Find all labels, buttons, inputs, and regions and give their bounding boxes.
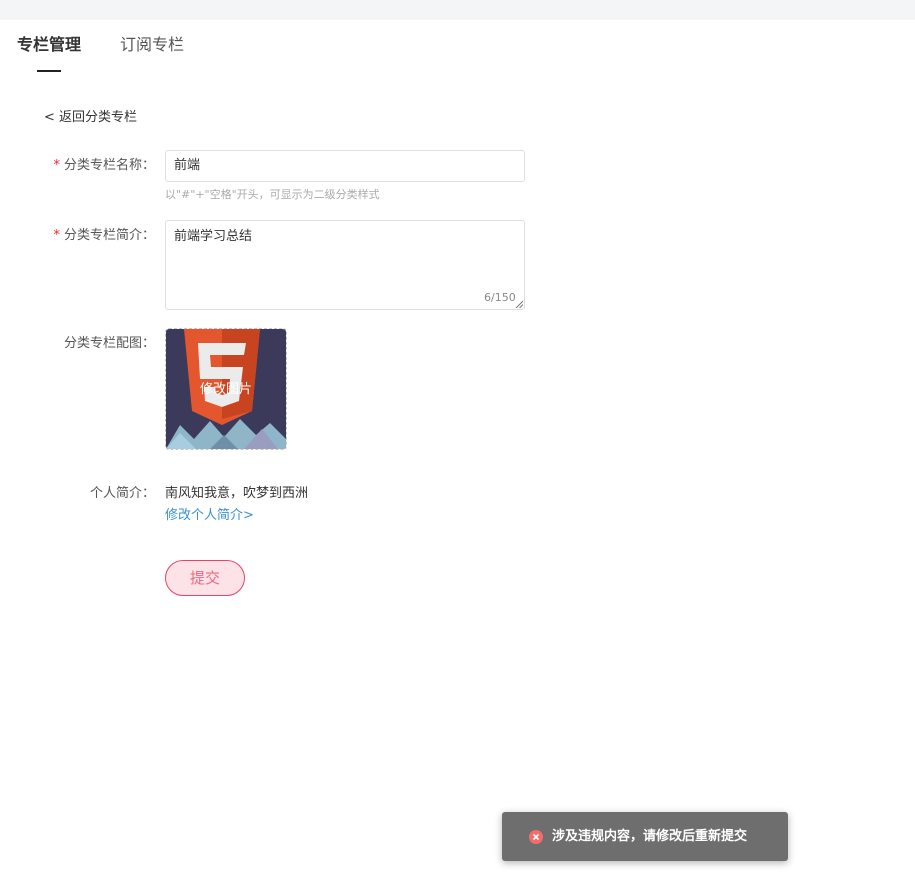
edit-bio-link[interactable]: 修改个人简介> bbox=[165, 507, 254, 525]
error-toast: 涉及违规内容，请修改后重新提交 bbox=[502, 812, 788, 861]
required-mark: * bbox=[53, 228, 60, 243]
tab-column-management[interactable]: 专栏管理 bbox=[17, 35, 81, 55]
description-label: * 分类专栏简介： bbox=[0, 227, 155, 245]
bio-label: 个人简介： bbox=[89, 486, 155, 501]
toast-message: 涉及违规内容，请修改后重新提交 bbox=[552, 829, 748, 844]
cover-image-upload[interactable]: 修改图片 bbox=[165, 328, 287, 450]
back-to-columns-link[interactable]: < 返回分类专栏 bbox=[44, 109, 137, 127]
top-bar bbox=[0, 0, 915, 20]
name-label: * 分类专栏名称： bbox=[0, 157, 155, 175]
tab-bar: 专栏管理 订阅专栏 bbox=[0, 20, 915, 75]
column-description-textarea[interactable]: 前端学习总结 bbox=[165, 220, 525, 310]
resize-handle-icon[interactable] bbox=[515, 300, 523, 308]
name-label-text: 分类专栏名称： bbox=[63, 158, 155, 173]
tab-subscribed-columns[interactable]: 订阅专栏 bbox=[120, 35, 184, 55]
column-name-input[interactable]: 前端 bbox=[165, 150, 525, 182]
submit-button[interactable]: 提交 bbox=[165, 560, 245, 596]
error-circle-icon bbox=[529, 830, 543, 844]
required-mark: * bbox=[53, 158, 60, 173]
description-label-text: 分类专栏简介： bbox=[63, 228, 155, 243]
char-counter: 6/150 bbox=[484, 291, 516, 304]
active-tab-indicator bbox=[37, 70, 61, 72]
name-hint: 以"#"+"空格"开头，可显示为二级分类样式 bbox=[165, 188, 380, 201]
change-image-overlay: 修改图片 bbox=[199, 382, 252, 397]
cover-label: 分类专栏配图： bbox=[63, 336, 155, 351]
bio-text: 南风知我意，吹梦到西洲 bbox=[165, 486, 309, 501]
